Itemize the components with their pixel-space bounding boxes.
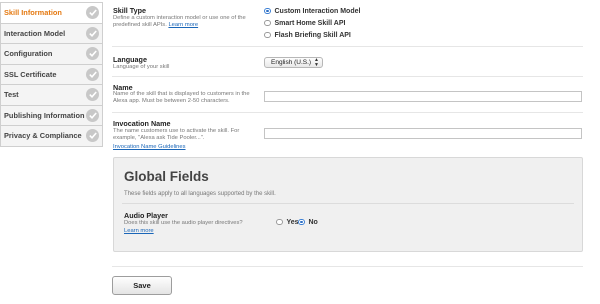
updown-arrows-icon: ▲ ▼ <box>314 57 319 68</box>
radio-label: Yes <box>286 218 299 226</box>
global-fields-title: Global Fields <box>124 169 209 184</box>
invocation-name-description: The name customers use to activate the s… <box>113 128 240 142</box>
sidebar-item-label: Configuration <box>4 49 53 58</box>
sidebar-item-label: Privacy & Compliance <box>4 131 82 140</box>
sidebar-item-interaction-model[interactable]: Interaction Model <box>1 23 102 44</box>
sidebar-item-label: Interaction Model <box>4 28 66 38</box>
global-fields-panel: Global Fields These fields apply to all … <box>113 157 583 252</box>
check-circle-icon <box>86 6 99 19</box>
divider <box>112 266 583 267</box>
divider <box>122 203 574 204</box>
sidebar-item-label: Publishing Information <box>4 110 85 120</box>
language-title: Language <box>113 55 147 64</box>
sidebar-item-ssl-certificate[interactable]: SSL Certificate <box>1 64 102 85</box>
check-circle-icon <box>86 47 99 60</box>
radio-button[interactable] <box>264 19 271 27</box>
radio-audio-player-no[interactable]: No <box>298 217 318 227</box>
radio-smart-home-skill-api[interactable]: Smart Home Skill API <box>264 18 345 28</box>
invocation-name-title: Invocation Name <box>113 119 171 128</box>
divider <box>112 46 583 47</box>
audio-player-learn-more-link[interactable]: Learn more <box>124 228 154 235</box>
skill-type-description: Define a custom interaction model or use… <box>113 15 263 29</box>
invocation-name-input[interactable] <box>264 128 582 139</box>
audio-player-description: Does this skill use the audio player dir… <box>124 220 243 226</box>
check-circle-icon <box>86 129 99 142</box>
skill-type-learn-more-link[interactable]: Learn more <box>168 22 198 28</box>
check-circle-icon <box>86 108 99 122</box>
language-select[interactable]: English (U.S.) ▲ ▼ <box>264 57 323 68</box>
skill-type-title: Skill Type <box>113 6 147 15</box>
sidebar-nav: Skill Information Interaction Model Conf… <box>0 2 103 147</box>
sidebar-item-label: Test <box>4 90 19 99</box>
audio-player-title: Audio Player <box>124 211 168 220</box>
radio-button[interactable] <box>264 31 271 39</box>
radio-label: Custom Interaction Model <box>274 7 361 15</box>
radio-button-selected[interactable] <box>264 7 271 15</box>
name-input[interactable] <box>264 91 582 102</box>
invocation-name-guidelines-link[interactable]: Invocation Name Guidelines <box>113 144 186 151</box>
radio-label: Smart Home Skill API <box>274 19 346 27</box>
check-circle-icon <box>86 67 99 81</box>
language-select-value: English (U.S.) <box>271 59 312 66</box>
sidebar-item-label: SSL Certificate <box>4 69 57 79</box>
radio-button[interactable] <box>276 218 283 226</box>
check-circle-icon <box>86 88 99 101</box>
name-description: Name of the skill that is displayed to c… <box>113 91 250 105</box>
radio-custom-interaction-model[interactable]: Custom Interaction Model <box>264 6 360 16</box>
sidebar-item-privacy-compliance[interactable]: Privacy & Compliance <box>1 126 102 147</box>
radio-label: Flash Briefing Skill API <box>274 31 351 39</box>
radio-audio-player-yes[interactable]: Yes <box>276 217 299 227</box>
divider <box>112 76 583 77</box>
sidebar-item-label: Skill Information <box>4 8 62 17</box>
global-fields-subtitle: These fields apply to all languages supp… <box>124 191 276 197</box>
sidebar-item-configuration[interactable]: Configuration <box>1 44 102 65</box>
divider <box>112 112 583 113</box>
radio-button-selected[interactable] <box>298 218 305 226</box>
language-description: Language of your skill <box>113 64 170 70</box>
save-button[interactable]: Save <box>112 276 172 295</box>
radio-flash-briefing-skill-api[interactable]: Flash Briefing Skill API <box>264 30 351 40</box>
sidebar-item-skill-information[interactable]: Skill Information <box>1 3 102 24</box>
sidebar-item-test[interactable]: Test <box>1 85 102 106</box>
sidebar-item-publishing-information[interactable]: Publishing Information <box>1 105 102 126</box>
check-circle-icon <box>86 26 99 40</box>
radio-label: No <box>308 218 318 226</box>
